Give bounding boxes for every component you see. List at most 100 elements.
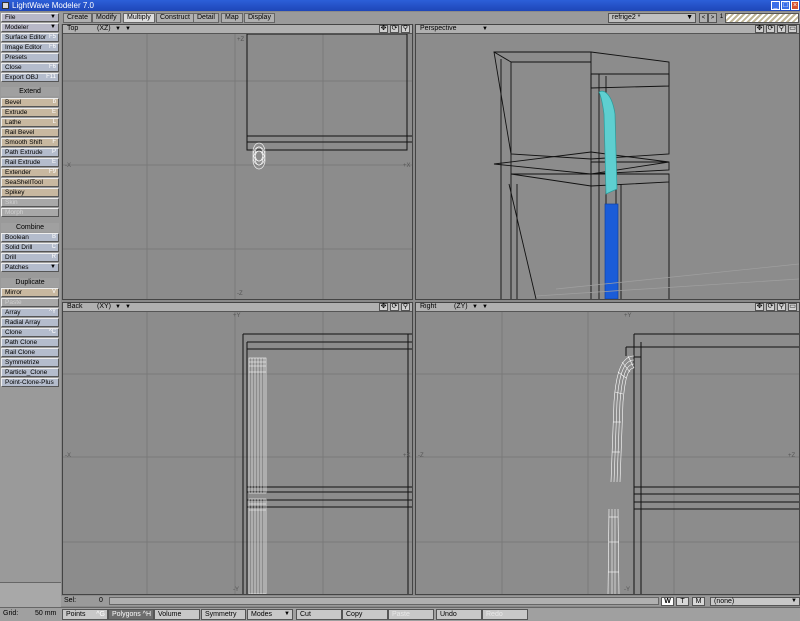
extend-header: Extend bbox=[1, 87, 59, 96]
patches-menu[interactable]: Patches ▼ bbox=[1, 263, 59, 272]
maximize-view-icon[interactable]: ▭ bbox=[788, 25, 797, 33]
particle-clone-button[interactable]: Particle_Clone bbox=[1, 368, 59, 377]
boolean-button[interactable]: Boolean B bbox=[1, 233, 59, 242]
chevron-down-icon[interactable]: ▼ bbox=[115, 303, 121, 311]
morph-map-button[interactable]: M bbox=[692, 597, 705, 606]
drill-button[interactable]: Drill R bbox=[1, 253, 59, 262]
tab-map[interactable]: Map bbox=[221, 13, 243, 23]
viewport-axes[interactable]: (ZY) bbox=[454, 303, 468, 311]
skin-button[interactable]: Skin bbox=[1, 198, 59, 207]
zoom-view-icon[interactable]: ⚲ bbox=[401, 303, 410, 311]
layer-next-button[interactable]: > bbox=[708, 13, 717, 23]
grid-value: 50 mm bbox=[35, 610, 57, 617]
image-editor-button[interactable]: Image Editor F6 bbox=[1, 43, 59, 52]
tab-construct[interactable]: Construct bbox=[156, 13, 194, 23]
volume-mode-button[interactable]: Volume bbox=[154, 609, 200, 620]
chevron-down-icon: ▼ bbox=[50, 24, 56, 30]
symmetrize-button[interactable]: Symmetrize bbox=[1, 358, 59, 367]
symmetry-button[interactable]: Symmetry bbox=[201, 609, 246, 620]
chevron-down-icon: ▼ bbox=[284, 611, 290, 617]
path-extrude-button[interactable]: Path Extrude P bbox=[1, 148, 59, 157]
rail-extrude-button[interactable]: Rail Extrude E bbox=[1, 158, 59, 167]
solid-drill-button[interactable]: Solid Drill C bbox=[1, 243, 59, 252]
export-obj-button[interactable]: Export OBJ F11 bbox=[1, 73, 59, 82]
grid-label: Grid: bbox=[3, 610, 19, 617]
redo-button[interactable]: Redo bbox=[482, 609, 528, 620]
viewport-name[interactable]: Back bbox=[67, 303, 83, 311]
maximize-icon[interactable]: □ bbox=[781, 1, 790, 10]
close-icon[interactable]: × bbox=[791, 1, 799, 10]
viewport-axes[interactable]: (XY) bbox=[97, 303, 111, 311]
point-clone-plus-button[interactable]: Point-Clone-Plus bbox=[1, 378, 59, 387]
mirror-button[interactable]: Mirror V bbox=[1, 288, 59, 297]
copy-button[interactable]: Copy bbox=[342, 609, 388, 620]
vertex-map-selector[interactable]: (none) ▼ bbox=[710, 597, 800, 606]
object-selector[interactable]: refrige2 * ▼ bbox=[608, 13, 696, 23]
viewport-perspective[interactable]: Perspective ▼ ✥ ⟳ ⚲ ▭ bbox=[415, 24, 800, 300]
maximize-view-icon[interactable]: ▭ bbox=[788, 303, 797, 311]
bevel-button[interactable]: Bevel b bbox=[1, 98, 59, 107]
move-view-icon[interactable]: ✥ bbox=[755, 303, 764, 311]
zoom-view-icon[interactable]: ⚲ bbox=[401, 25, 410, 33]
chevron-down-icon[interactable]: ▼ bbox=[482, 25, 488, 33]
chevron-down-icon[interactable]: ▼ bbox=[472, 303, 478, 311]
viewport-name[interactable]: Perspective bbox=[420, 25, 457, 33]
rotate-view-icon[interactable]: ⟳ bbox=[390, 303, 399, 311]
polygons-mode-button[interactable]: Polygons ^H bbox=[108, 609, 154, 620]
paste-button[interactable]: Paste bbox=[388, 609, 434, 620]
viewport-name[interactable]: Right bbox=[420, 303, 436, 311]
modeler-menu[interactable]: Modeler ▼ bbox=[1, 23, 59, 32]
layer-prev-button[interactable]: < bbox=[699, 13, 708, 23]
move-view-icon[interactable]: ✥ bbox=[755, 25, 764, 33]
layer-buttons[interactable] bbox=[725, 13, 799, 23]
tab-display[interactable]: Display bbox=[244, 13, 275, 23]
rotate-view-icon[interactable]: ⟳ bbox=[390, 25, 399, 33]
rotate-view-icon[interactable]: ⟳ bbox=[766, 25, 775, 33]
surface-editor-button[interactable]: Surface Editor F5 bbox=[1, 33, 59, 42]
minimize-icon[interactable]: _ bbox=[771, 1, 780, 10]
zoom-view-icon[interactable]: ⚲ bbox=[777, 303, 786, 311]
texture-map-button[interactable]: T bbox=[676, 597, 689, 606]
viewport-top[interactable]: Top (XZ) ▼ ▼ ✥ ⟳ ⚲ +Z -Z -X +X bbox=[62, 24, 413, 300]
spikey-button[interactable]: Spikey bbox=[1, 188, 59, 197]
paste-tool-button[interactable]: Paste bbox=[1, 298, 59, 307]
handle-upper bbox=[598, 90, 618, 195]
tab-multiply[interactable]: Multiply bbox=[123, 13, 155, 23]
radial-array-button[interactable]: Radial Array bbox=[1, 318, 59, 327]
path-clone-button[interactable]: Path Clone bbox=[1, 338, 59, 347]
close-button[interactable]: Close F6 bbox=[1, 63, 59, 72]
undo-button[interactable]: Undo bbox=[436, 609, 482, 620]
smooth-shift-button[interactable]: Smooth Shift F bbox=[1, 138, 59, 147]
left-toolbar: File ▼ Modeler ▼ Surface Editor F5 Image Ed… bbox=[0, 12, 61, 607]
chevron-down-icon[interactable]: ▼ bbox=[482, 303, 488, 311]
viewport-back[interactable]: Back (XY) ▼ ▼ ✥ ⟳ ⚲ +Y -Y -X +X bbox=[62, 302, 413, 595]
morph-button[interactable]: Morph bbox=[1, 208, 59, 217]
modes-menu[interactable]: Modes ▼ bbox=[247, 609, 293, 620]
viewport-name[interactable]: Top bbox=[67, 25, 78, 33]
move-view-icon[interactable]: ✥ bbox=[379, 303, 388, 311]
move-view-icon[interactable]: ✥ bbox=[379, 25, 388, 33]
cut-button[interactable]: Cut bbox=[296, 609, 342, 620]
seashell-tool-button[interactable]: SeaShellTool bbox=[1, 178, 59, 187]
viewport-right[interactable]: Right (ZY) ▼ ▼ ✥ ⟳ ⚲ ▭ +Y -Y -Z +Z bbox=[415, 302, 800, 595]
zoom-view-icon[interactable]: ⚲ bbox=[777, 25, 786, 33]
chevron-down-icon[interactable]: ▼ bbox=[115, 25, 121, 33]
weight-map-button[interactable]: W bbox=[661, 597, 674, 606]
file-menu[interactable]: File ▼ bbox=[1, 13, 59, 22]
points-mode-button[interactable]: Points ^G bbox=[62, 609, 108, 620]
rail-clone-button[interactable]: Rail Clone bbox=[1, 348, 59, 357]
rail-bevel-button[interactable]: Rail Bevel bbox=[1, 128, 59, 137]
extender-button[interactable]: Extender F9 bbox=[1, 168, 59, 177]
rotate-view-icon[interactable]: ⟳ bbox=[766, 303, 775, 311]
presets-button[interactable]: Presets bbox=[1, 53, 59, 62]
lathe-button[interactable]: Lathe L bbox=[1, 118, 59, 127]
tab-modify[interactable]: Modify bbox=[92, 13, 121, 23]
viewport-axes[interactable]: (XZ) bbox=[97, 25, 111, 33]
tab-create[interactable]: Create bbox=[63, 13, 93, 23]
chevron-down-icon[interactable]: ▼ bbox=[125, 25, 131, 33]
extrude-button[interactable]: Extrude E bbox=[1, 108, 59, 117]
clone-button[interactable]: Clone ^C bbox=[1, 328, 59, 337]
array-button[interactable]: Array ^Y bbox=[1, 308, 59, 317]
chevron-down-icon[interactable]: ▼ bbox=[125, 303, 131, 311]
tab-detail[interactable]: Detail bbox=[193, 13, 219, 23]
